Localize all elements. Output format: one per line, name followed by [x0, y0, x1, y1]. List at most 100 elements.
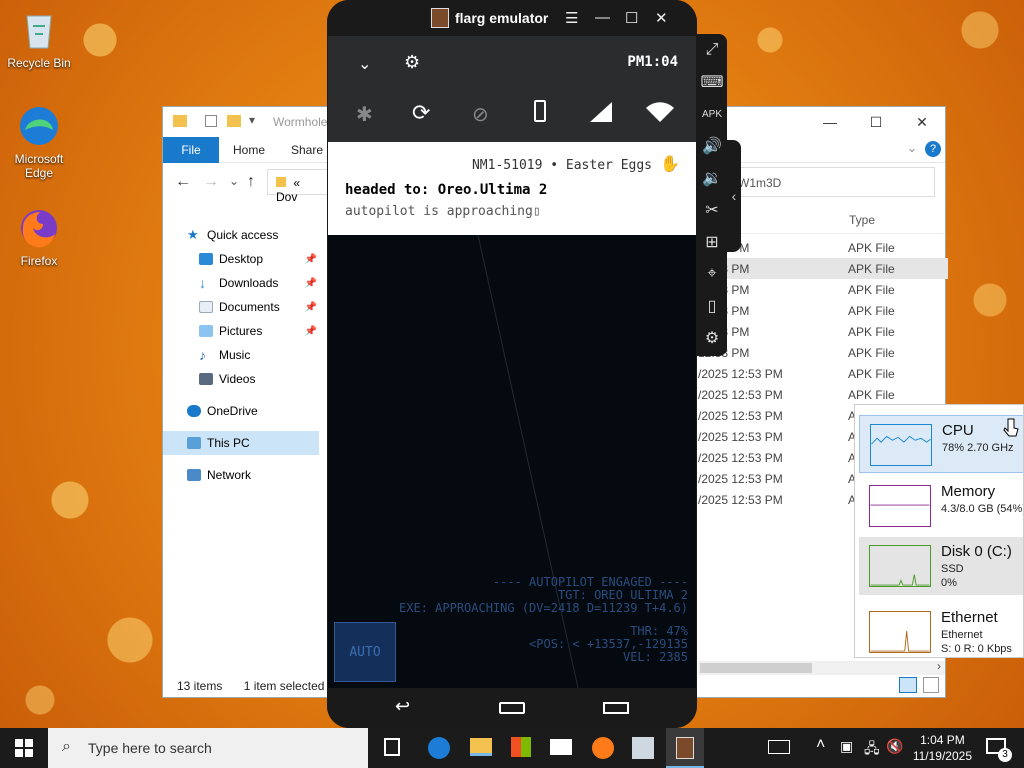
- emulator-window[interactable]: flarg emulator ☰ — ☐ ✕ ⌄ ⚙ PM1:04 ✱ ⟳ ⊘ …: [327, 0, 697, 728]
- game-screen[interactable]: ---- AUTOPILOT ENGAGED ---- TGT: OREO UL…: [328, 235, 696, 688]
- emulator-titlebar[interactable]: flarg emulator ☰ — ☐ ✕: [327, 0, 697, 36]
- home-icon[interactable]: [499, 702, 525, 714]
- taskbar-search-box[interactable]: ⌕ Type here to search: [48, 728, 368, 768]
- keyboard-icon[interactable]: ⌨: [700, 72, 723, 92]
- volume-down-icon[interactable]: 🔉: [702, 168, 722, 188]
- settings-gear-icon[interactable]: ⚙: [702, 328, 722, 348]
- file-row[interactable]: 12:53 PMAPK File: [698, 342, 948, 363]
- task-view-icon[interactable]: [384, 738, 400, 756]
- file-row[interactable]: /2025 12:53 PM APK File: [698, 384, 948, 405]
- toolbar-collapse-button[interactable]: ‹: [727, 140, 741, 252]
- nav-downloads[interactable]: ↓ Downloads 📌: [163, 271, 319, 295]
- auto-rotate-icon[interactable]: ⟳: [412, 100, 430, 126]
- ethernet-throughput: S: 0 R: 0 Kbps: [941, 643, 1012, 655]
- menu-icon[interactable]: ☰: [565, 9, 578, 27]
- store-taskbar-icon[interactable]: [511, 737, 531, 757]
- file-row[interactable]: 12:53 PMAPK File: [698, 300, 948, 321]
- navigation-pane: ★ Quick access Desktop 📌 ↓ Downloads 📌 D…: [163, 223, 319, 487]
- scissors-icon[interactable]: ✂: [702, 200, 722, 220]
- checklist-icon: [205, 115, 217, 127]
- file-row[interactable]: 12:53 PMAPK File: [698, 258, 948, 279]
- battery-saver-icon[interactable]: [534, 100, 546, 122]
- wifi-icon[interactable]: [646, 102, 674, 122]
- perf-item-ethernet[interactable]: Ethernet Ethernet S: 0 R: 0 Kbps: [859, 603, 1023, 657]
- desktop-icon-recycle-bin[interactable]: Recycle Bin: [2, 8, 76, 70]
- tab-file[interactable]: File: [163, 137, 219, 163]
- shake-icon[interactable]: ▯: [702, 296, 722, 316]
- firefox-taskbar-icon[interactable]: [592, 737, 614, 759]
- signal-icon[interactable]: [590, 102, 612, 122]
- help-icon[interactable]: ?: [925, 141, 941, 157]
- tab-home[interactable]: Home: [233, 143, 265, 157]
- quick-settings-panel: ⌄ ⚙ PM1:04 ✱ ⟳ ⊘: [328, 36, 696, 142]
- nav-documents[interactable]: Documents 📌: [163, 295, 319, 319]
- volume-muted-icon[interactable]: 🔇: [886, 738, 903, 755]
- recents-icon[interactable]: [603, 702, 629, 714]
- volume-up-icon[interactable]: 🔊: [702, 136, 722, 156]
- chevron-up-icon[interactable]: ˄: [816, 736, 825, 754]
- chevron-right-icon[interactable]: ›: [937, 659, 941, 673]
- chevron-down-icon[interactable]: ⌄: [907, 141, 917, 155]
- add-window-icon[interactable]: ⊞: [702, 232, 722, 252]
- forward-arrow-icon[interactable]: →: [203, 173, 219, 191]
- mail-taskbar-icon[interactable]: [550, 739, 572, 755]
- notification-card[interactable]: NM1-51019 • Easter Eggs ✋ headed to: Ore…: [328, 142, 696, 235]
- perf-item-memory[interactable]: Memory 4.3/8.0 GB (54%): [859, 477, 1023, 535]
- file-type: APK File: [848, 261, 895, 276]
- chevron-down-icon[interactable]: ⌄: [358, 54, 371, 74]
- nav-music[interactable]: ♪ Music: [163, 343, 319, 367]
- auto-button[interactable]: AUTO: [334, 622, 396, 682]
- close-button[interactable]: ✕: [655, 9, 668, 27]
- search-input[interactable]: W1m3D: [738, 176, 781, 190]
- location-pin-icon[interactable]: ⌖: [702, 264, 722, 284]
- fullscreen-icon[interactable]: ⤢: [702, 40, 722, 60]
- bluetooth-off-icon[interactable]: ✱: [356, 102, 373, 127]
- perf-item-cpu[interactable]: CPU 78% 2.70 GHz: [859, 415, 1023, 473]
- column-header-type[interactable]: Type: [849, 213, 875, 227]
- meet-now-icon[interactable]: ▣: [840, 738, 853, 755]
- nav-this-pc[interactable]: This PC: [163, 431, 319, 455]
- maximize-button[interactable]: ☐: [853, 107, 899, 137]
- location-off-icon[interactable]: ⊘: [472, 102, 489, 127]
- nav-desktop[interactable]: Desktop 📌: [163, 247, 319, 271]
- desktop-icon-edge[interactable]: Microsoft Edge: [2, 104, 76, 180]
- nav-pictures[interactable]: Pictures 📌: [163, 319, 319, 343]
- nav-onedrive[interactable]: OneDrive: [163, 399, 319, 423]
- apk-install-icon[interactable]: APK: [702, 104, 722, 124]
- horizontal-scrollbar[interactable]: ›: [698, 659, 945, 675]
- emulator-taskbar-icon[interactable]: [666, 728, 704, 768]
- perf-item-disk[interactable]: Disk 0 (C:) SSD 0%: [859, 537, 1023, 595]
- file-row[interactable]: 12:53 PMAPK File: [698, 279, 948, 300]
- nav-quick-access[interactable]: ★ Quick access: [163, 223, 319, 247]
- address-bar[interactable]: « Dov: [267, 169, 327, 204]
- pictures-taskbar-icon[interactable]: [632, 737, 654, 759]
- file-row[interactable]: 12:53 PMAPK File: [698, 321, 948, 342]
- back-icon[interactable]: ↩: [395, 696, 410, 717]
- nav-network[interactable]: Network: [163, 463, 319, 487]
- search-box[interactable]: W1m3D: [729, 167, 935, 197]
- windows-start-icon[interactable]: [15, 739, 33, 757]
- file-explorer-taskbar-icon[interactable]: [470, 738, 492, 756]
- file-row[interactable]: /2025 12:53 PM APK File: [698, 363, 948, 384]
- edge-taskbar-icon[interactable]: [428, 737, 450, 759]
- close-button[interactable]: ✕: [899, 107, 945, 137]
- minimize-button[interactable]: —: [807, 107, 853, 137]
- back-arrow-icon[interactable]: ←: [175, 173, 191, 191]
- scrollbar-thumb[interactable]: [700, 663, 812, 673]
- up-arrow-icon[interactable]: ↑: [247, 173, 255, 191]
- keyboard-tray-icon[interactable]: [768, 740, 790, 754]
- search-input[interactable]: Type here to search: [88, 740, 212, 756]
- details-view-icon[interactable]: [899, 677, 917, 693]
- network-tray-icon[interactable]: 🖧: [864, 738, 880, 762]
- chevron-down-icon[interactable]: ⌄: [229, 174, 239, 188]
- task-manager-performance-panel: CPU 78% 2.70 GHz Memory 4.3/8.0 GB (54%)…: [854, 404, 1024, 658]
- tab-share[interactable]: Share: [291, 143, 323, 157]
- chevron-down-icon[interactable]: ▾: [249, 113, 255, 127]
- maximize-button[interactable]: ☐: [625, 9, 638, 27]
- settings-gear-icon[interactable]: ⚙: [404, 52, 420, 73]
- clock[interactable]: 1:04 PM 11/19/2025: [913, 732, 972, 764]
- minimize-button[interactable]: —: [595, 9, 610, 26]
- desktop-icon-firefox[interactable]: Firefox: [2, 206, 76, 268]
- large-icons-view-icon[interactable]: [923, 677, 939, 693]
- nav-videos[interactable]: Videos: [163, 367, 319, 391]
